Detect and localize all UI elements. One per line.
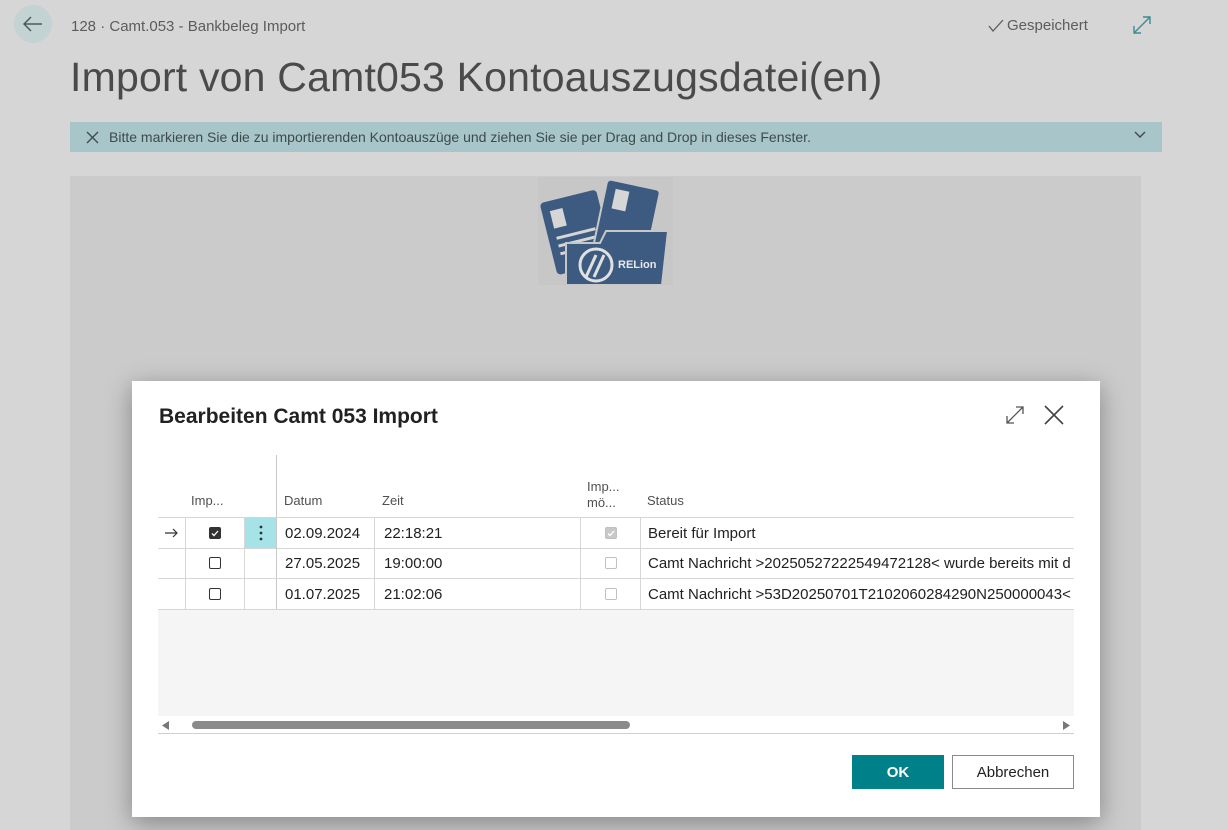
zeit-cell[interactable]: 21:02:06 [376, 579, 581, 609]
import-possible-cell [582, 579, 641, 609]
back-arrow-icon [23, 16, 42, 32]
logo-text: RELion [618, 259, 657, 271]
import-grid: Imp... Datum Zeit Imp... mö... Status 02… [158, 455, 1074, 735]
ok-button[interactable]: OK [852, 755, 944, 789]
checkmark-icon [988, 19, 1004, 32]
grid-header: Imp... Datum Zeit Imp... mö... Status [158, 455, 1074, 517]
zeit-cell[interactable]: 22:18:21 [376, 518, 581, 548]
chevron-down-icon [1134, 131, 1146, 138]
datum-cell[interactable]: 01.07.2025 [277, 579, 375, 609]
expand-icon [1006, 406, 1024, 424]
import-checkbox-cell[interactable] [186, 548, 245, 578]
table-row[interactable]: 01.07.2025 21:02:06 Camt Nachricht >53D2… [158, 579, 1074, 610]
datum-cell[interactable]: 27.05.2025 [277, 548, 375, 578]
expand-page-button[interactable] [1132, 15, 1152, 40]
close-icon [86, 131, 99, 143]
saved-status: Gespeichert [988, 17, 1088, 34]
row-actions-button[interactable] [245, 518, 277, 548]
dialog-expand-button[interactable] [1005, 405, 1025, 430]
breadcrumb: 128 · Camt.053 - Bankbeleg Import [71, 18, 306, 35]
close-icon [1044, 405, 1064, 425]
check-icon [607, 530, 615, 536]
import-checkbox[interactable] [209, 527, 221, 539]
import-possible-checkbox [605, 557, 617, 569]
column-header-import-possible-2[interactable]: mö... [587, 495, 616, 510]
column-header-import[interactable]: Imp... [191, 493, 224, 508]
import-possible-cell [582, 518, 641, 548]
edit-import-dialog: Bearbeiten Camt 053 Import Imp... Datum … [132, 381, 1100, 817]
column-header-import-possible-1[interactable]: Imp... [587, 479, 620, 494]
grid-empty-area [158, 610, 1074, 716]
status-cell[interactable]: Camt Nachricht >53D20250701T210206028429… [641, 579, 1074, 609]
datum-cell[interactable]: 02.09.2024 [277, 518, 375, 548]
scroll-right-icon[interactable] [1063, 721, 1070, 730]
row-actions-button[interactable] [245, 548, 277, 578]
banner-message: Bitte markieren Sie die zu importierende… [109, 129, 811, 145]
import-possible-cell [582, 548, 641, 578]
back-button[interactable] [14, 5, 52, 43]
scrollbar-thumb[interactable] [192, 721, 630, 729]
cancel-button[interactable]: Abbrechen [952, 755, 1074, 789]
check-icon [211, 530, 219, 536]
expand-icon [1133, 16, 1151, 34]
import-possible-checkbox [605, 527, 617, 539]
column-header-datum[interactable]: Datum [284, 493, 322, 508]
import-checkbox-cell[interactable] [186, 518, 245, 548]
status-cell[interactable]: Bereit für Import [641, 518, 1074, 548]
import-checkbox-cell[interactable] [186, 579, 245, 609]
row-selector[interactable] [158, 518, 186, 548]
dialog-title: Bearbeiten Camt 053 Import [159, 405, 438, 428]
column-header-zeit[interactable]: Zeit [382, 493, 404, 508]
import-checkbox[interactable] [209, 557, 221, 569]
scroll-left-icon[interactable] [162, 721, 169, 730]
document-folder-logo-icon: RELion [540, 178, 670, 286]
relion-logo: RELion [538, 177, 673, 286]
row-actions-button[interactable] [245, 579, 277, 609]
row-selector[interactable] [158, 579, 186, 609]
table-row[interactable]: 27.05.2025 19:00:00 Camt Nachricht >2025… [158, 548, 1074, 579]
table-row[interactable]: 02.09.2024 22:18:21 Bereit für Import [158, 517, 1074, 549]
saved-status-label: Gespeichert [1007, 17, 1088, 34]
zeit-cell[interactable]: 19:00:00 [376, 548, 581, 578]
row-selector[interactable] [158, 548, 186, 578]
column-header-status[interactable]: Status [647, 493, 684, 508]
import-possible-checkbox [605, 588, 617, 600]
status-cell[interactable]: Camt Nachricht >20250527222549472128< wu… [641, 548, 1074, 578]
row-arrow-icon [164, 528, 178, 538]
import-checkbox[interactable] [209, 588, 221, 600]
more-vertical-icon [259, 525, 262, 541]
horizontal-scrollbar[interactable] [158, 717, 1074, 734]
expand-banner-button[interactable] [1134, 131, 1146, 139]
dismiss-banner-button[interactable] [86, 131, 99, 144]
dialog-close-button[interactable] [1043, 404, 1065, 431]
page-title: Import von Camt053 Kontoauszugsdatei(en) [70, 54, 883, 100]
info-banner: Bitte markieren Sie die zu importierende… [70, 122, 1162, 152]
